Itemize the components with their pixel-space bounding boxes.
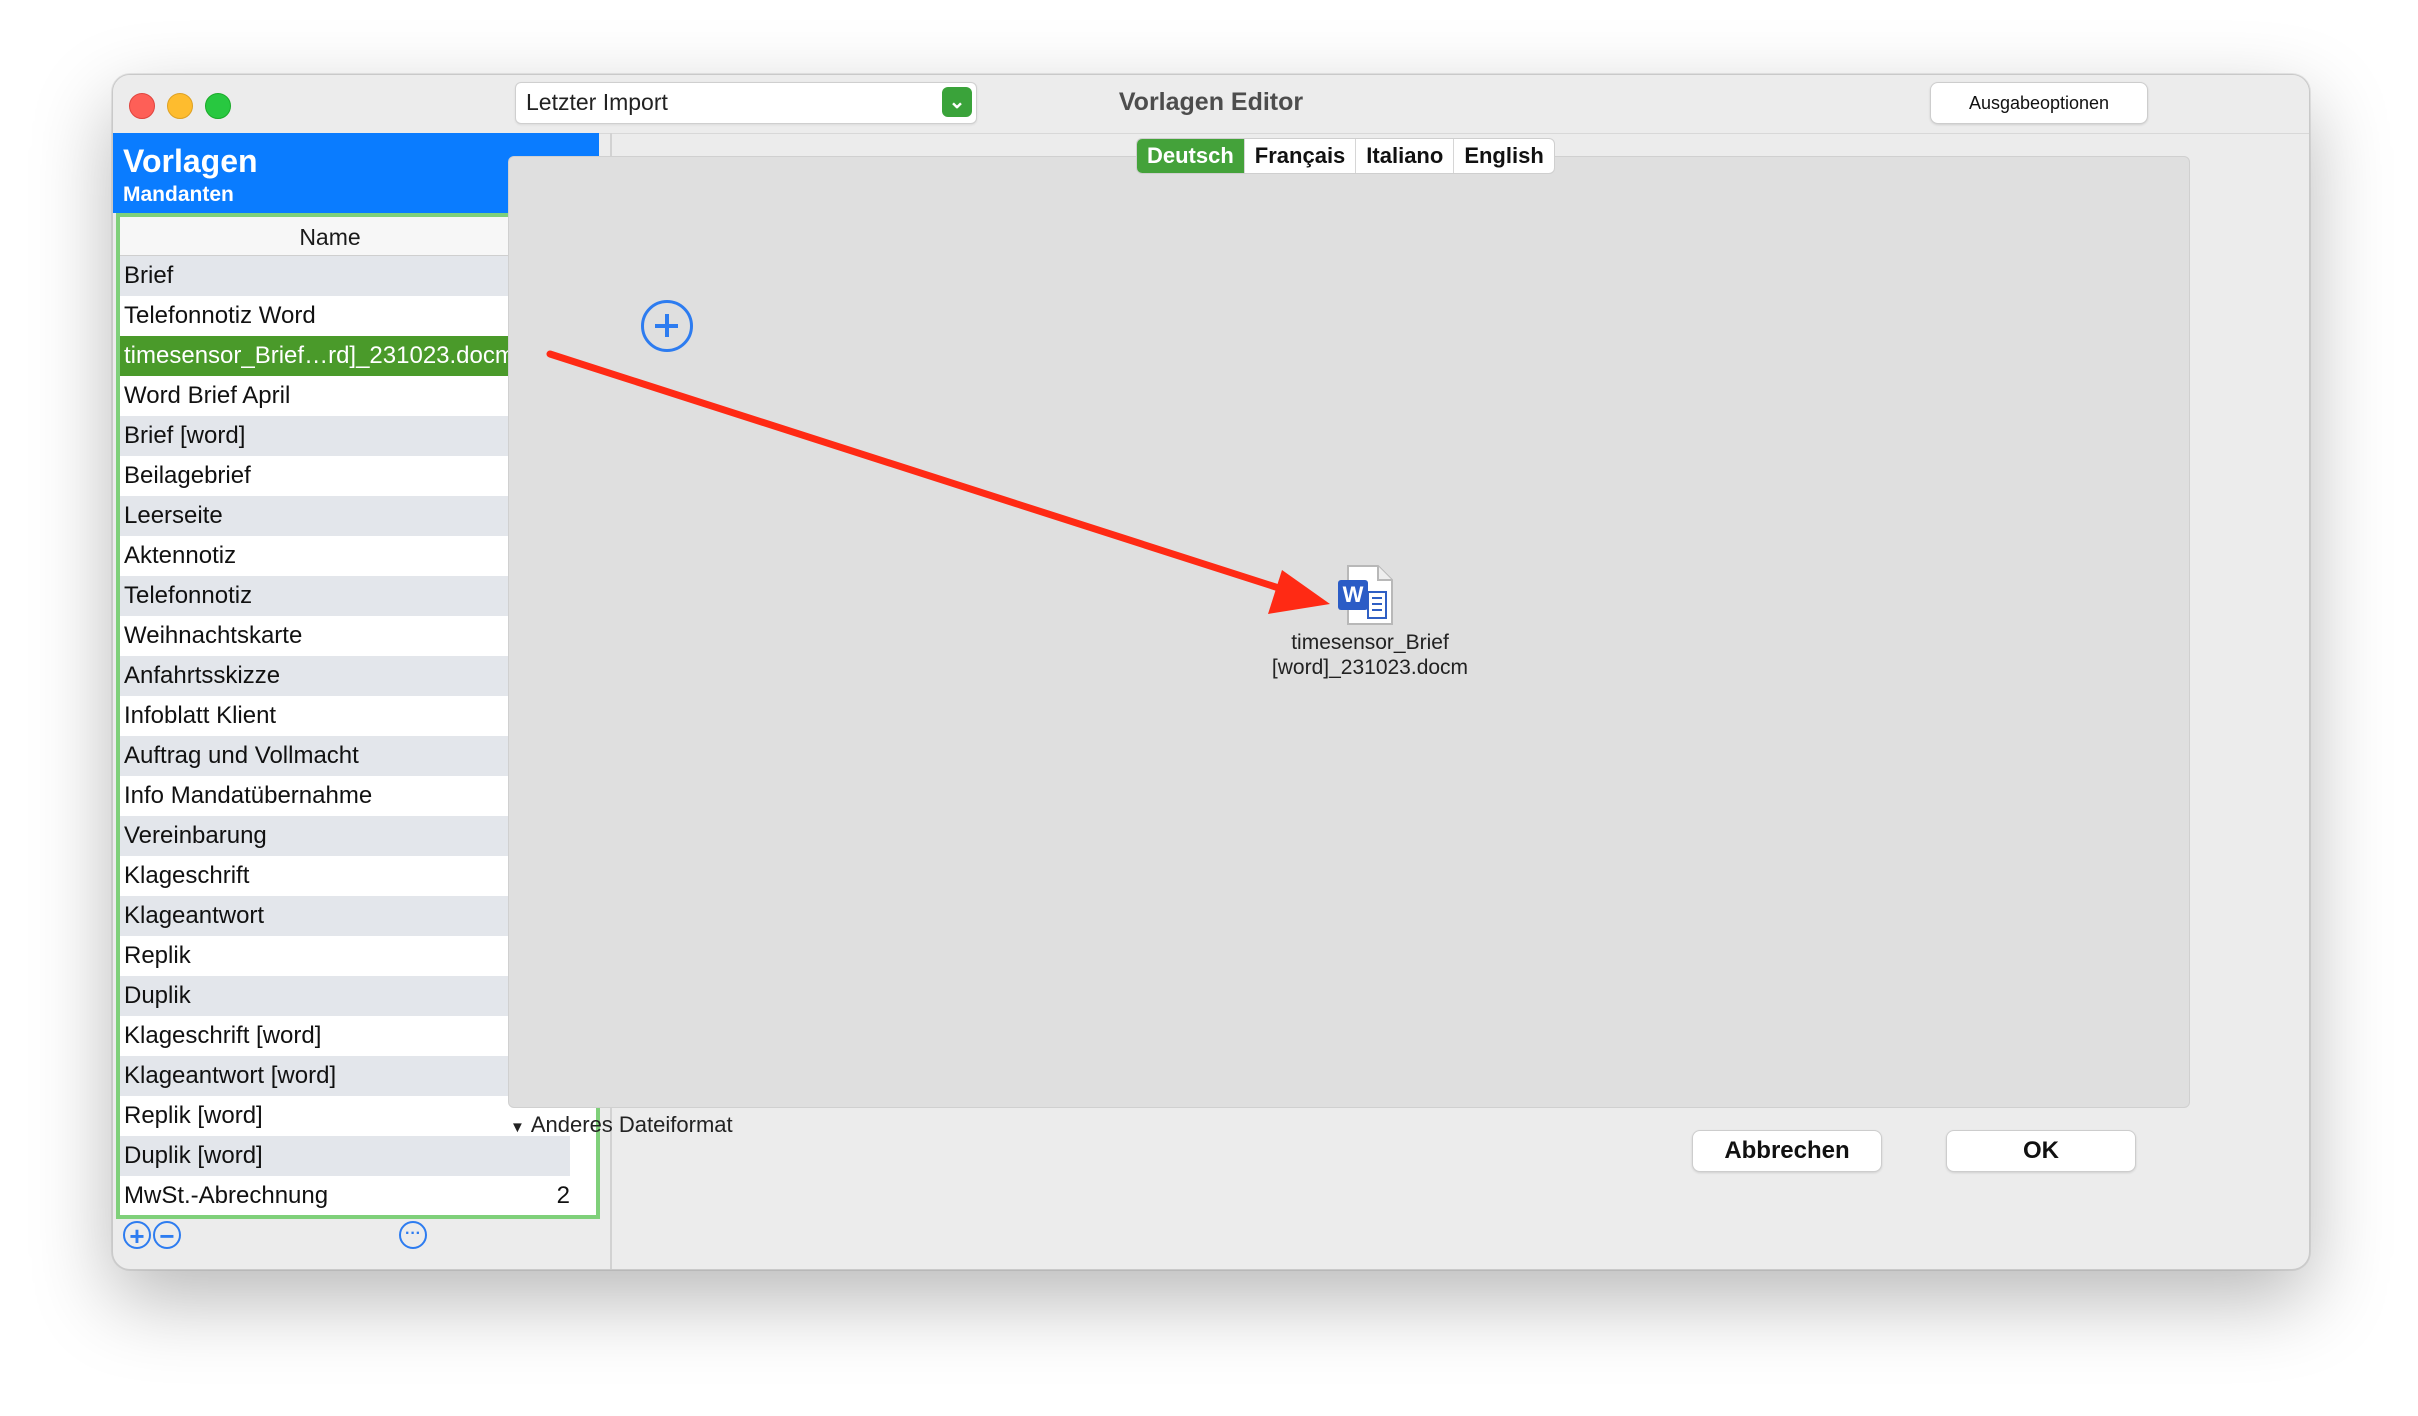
tab-language[interactable]: Français bbox=[1245, 139, 1357, 173]
chevron-down-icon[interactable]: ⌄ bbox=[942, 87, 972, 117]
list-item-label: Klageantwort [word] bbox=[124, 1062, 337, 1089]
list-item-label: Telefonnotiz Word bbox=[124, 302, 316, 329]
list-item-count: 2 bbox=[556, 1182, 570, 1209]
list-item-label: Anfahrtsskizze bbox=[124, 662, 281, 689]
list-item-label: Klageschrift bbox=[124, 862, 250, 889]
list-item[interactable]: Vereinbarung bbox=[120, 816, 570, 856]
list-item[interactable]: timesensor_Brief…rd]_231023.docm bbox=[120, 336, 570, 376]
language-tabs: Deutsch Français Italiano English bbox=[1136, 138, 1555, 174]
ok-button[interactable]: OK bbox=[1946, 1130, 2136, 1172]
templates-rows: Brief4 Telefonnotiz Word timesensor_Brief…… bbox=[120, 256, 570, 1215]
svg-text:W: W bbox=[1343, 582, 1364, 607]
list-item[interactable]: Beilagebrief2 bbox=[120, 456, 570, 496]
list-item[interactable]: Klageantwort [word] bbox=[120, 1056, 570, 1096]
remove-template-button[interactable]: − bbox=[153, 1221, 181, 1249]
import-dropdown-value: Letzter Import bbox=[526, 89, 668, 115]
list-item[interactable]: Klageschrift [word] bbox=[120, 1016, 570, 1056]
add-template-button[interactable]: + bbox=[123, 1221, 151, 1249]
list-item-label: Info Mandatübernahme bbox=[124, 782, 373, 809]
list-item[interactable]: Brief4 bbox=[120, 256, 570, 296]
disclosure-triangle-icon: ▼ bbox=[510, 1119, 525, 1136]
tab-language[interactable]: Italiano bbox=[1356, 139, 1455, 173]
list-item-label: Replik bbox=[124, 942, 191, 969]
list-item[interactable]: Klageantwort bbox=[120, 896, 570, 936]
list-item[interactable]: Telefonnotiz Word bbox=[120, 296, 570, 336]
list-item-label: Brief [word] bbox=[124, 422, 246, 449]
list-item-label: Klageantwort bbox=[124, 902, 265, 929]
list-item[interactable]: Brief [word] bbox=[120, 416, 570, 456]
list-item-label: Replik [word] bbox=[124, 1102, 263, 1129]
list-item[interactable]: Aktennotiz bbox=[120, 536, 570, 576]
templates-subtitle: Mandanten bbox=[123, 183, 234, 206]
list-item[interactable]: Replik [word] bbox=[120, 1096, 570, 1136]
import-dropdown[interactable]: Letzter Import ⌄ bbox=[515, 82, 977, 124]
word-document-icon[interactable]: W bbox=[1334, 562, 1400, 628]
list-item-label: MwSt.-Abrechnung bbox=[124, 1182, 329, 1209]
list-item[interactable]: Auftrag und Vollmacht5 bbox=[120, 736, 570, 776]
tab-language[interactable]: Deutsch bbox=[1137, 139, 1245, 173]
list-item-label: Infoblatt Klient bbox=[124, 702, 277, 729]
list-item-label: timesensor_Brief…rd]_231023.docm bbox=[124, 342, 515, 369]
list-item-label: Telefonnotiz bbox=[124, 582, 253, 609]
list-item[interactable]: MwSt.-Abrechnung 2 bbox=[120, 1176, 570, 1215]
list-item[interactable]: Replik bbox=[120, 936, 570, 976]
list-item[interactable]: Anfahrtsskizze bbox=[120, 656, 570, 696]
list-item-label: Duplik bbox=[124, 982, 191, 1009]
tab-language[interactable]: English bbox=[1454, 139, 1553, 173]
list-item-label: Duplik [word] bbox=[124, 1142, 263, 1169]
list-item-label: Auftrag und Vollmacht bbox=[124, 742, 359, 769]
list-item[interactable]: Duplik [word] bbox=[120, 1136, 570, 1176]
document-label[interactable]: timesensor_Brief [word]_231023.docm bbox=[1220, 630, 1520, 680]
list-item-label: Beilagebrief bbox=[124, 462, 251, 489]
list-item-label: Vereinbarung bbox=[124, 822, 267, 849]
add-file-icon[interactable] bbox=[641, 300, 693, 352]
more-options-button[interactable]: ··· bbox=[399, 1221, 427, 1249]
list-item-label: Klageschrift [word] bbox=[124, 1022, 322, 1049]
list-item[interactable]: Weihnachtskarte bbox=[120, 616, 570, 656]
list-item-label: Aktennotiz bbox=[124, 542, 237, 569]
list-item-label: Leerseite bbox=[124, 502, 223, 529]
list-item-label: Brief bbox=[124, 262, 174, 289]
list-item-label: Word Brief April bbox=[124, 382, 291, 409]
list-item[interactable]: Word Brief April bbox=[120, 376, 570, 416]
list-item[interactable]: Telefonnotiz bbox=[120, 576, 570, 616]
cancel-button[interactable]: Abbrechen bbox=[1692, 1130, 1882, 1172]
list-item[interactable]: Leerseite bbox=[120, 496, 570, 536]
list-item[interactable]: Infoblatt Klient2 bbox=[120, 696, 570, 736]
output-options-button[interactable]: Ausgabeoptionen bbox=[1930, 82, 2148, 124]
list-item[interactable]: Duplik bbox=[120, 976, 570, 1016]
list-item-label: Weihnachtskarte bbox=[124, 622, 303, 649]
list-item[interactable]: Info Mandatübernahme3 bbox=[120, 776, 570, 816]
list-item[interactable]: Klageschrift bbox=[120, 856, 570, 896]
list-footer: + − ··· bbox=[113, 1215, 599, 1265]
other-format-disclosure[interactable]: ▼ Anderes Dateiformat bbox=[510, 1112, 733, 1138]
templates-title: Vorlagen bbox=[123, 143, 258, 179]
